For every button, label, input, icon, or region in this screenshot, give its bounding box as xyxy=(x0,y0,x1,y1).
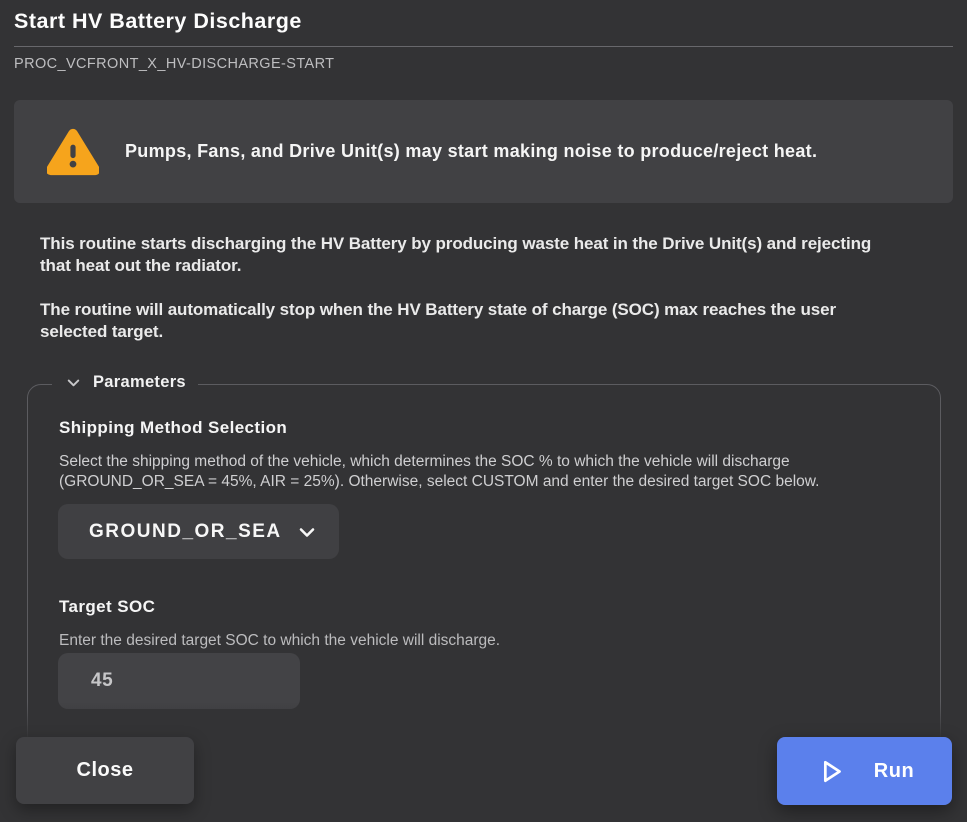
shipping-method-select[interactable]: GROUND_OR_SEA xyxy=(58,504,339,559)
target-soc-description: Enter the desired target SOC to which th… xyxy=(59,631,500,651)
run-button-label: Run xyxy=(874,760,914,783)
run-button[interactable]: Run xyxy=(777,737,952,805)
parameters-legend-label: Parameters xyxy=(93,373,186,392)
routine-description-paragraph-2: The routine will automatically stop when… xyxy=(40,299,885,343)
routine-dialog: Start HV Battery Discharge PROC_VCFRONT_… xyxy=(0,0,967,822)
target-soc-label: Target SOC xyxy=(59,597,155,617)
target-soc-input[interactable] xyxy=(58,653,300,709)
chevron-down-icon xyxy=(295,520,319,544)
close-button[interactable]: Close xyxy=(16,737,194,804)
chevron-down-icon xyxy=(64,373,83,392)
parameters-collapse-toggle[interactable]: Parameters xyxy=(52,373,198,392)
title-divider xyxy=(14,46,953,47)
procedure-id: PROC_VCFRONT_X_HV-DISCHARGE-START xyxy=(14,56,334,72)
warning-banner: Pumps, Fans, and Drive Unit(s) may start… xyxy=(14,100,953,203)
shipping-method-description: Select the shipping method of the vehicl… xyxy=(59,452,917,491)
shipping-method-selected-value: GROUND_OR_SEA xyxy=(89,521,282,543)
warning-text: Pumps, Fans, and Drive Unit(s) may start… xyxy=(125,141,817,162)
play-icon xyxy=(815,756,846,787)
shipping-method-label: Shipping Method Selection xyxy=(59,418,287,438)
warning-triangle-icon xyxy=(47,128,99,176)
page-title: Start HV Battery Discharge xyxy=(14,9,302,34)
routine-description-paragraph-1: This routine starts discharging the HV B… xyxy=(40,233,902,277)
